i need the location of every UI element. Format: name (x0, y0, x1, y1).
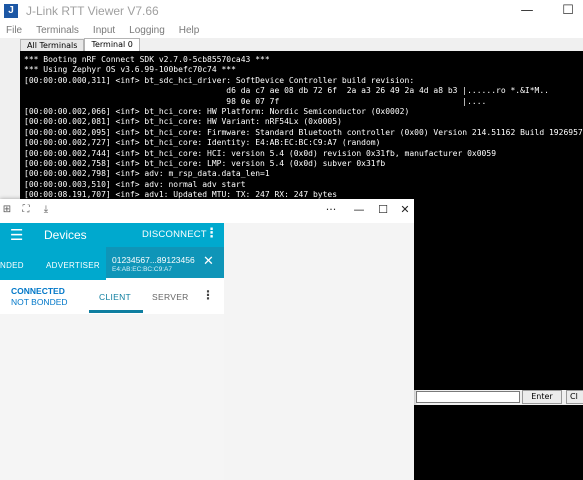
terminal-line: [00:00:00.002,066] <inf> bt_hci_core: HW… (24, 107, 410, 117)
desktop: J J-Link RTT Viewer V7.66 — ☐ File Termi… (0, 0, 583, 480)
client-tab-indicator (89, 310, 143, 313)
hamburger-menu-icon[interactable]: ☰ (10, 226, 23, 244)
app-header: ☰ Devices DISCONNECT ⋮ (0, 223, 224, 247)
tab-client[interactable]: CLIENT (99, 292, 131, 302)
enter-button[interactable]: Enter (522, 390, 562, 404)
rtt-menubar: File Terminals Input Logging Help (0, 22, 583, 38)
connection-bar: CONNECTED NOT BONDED CLIENT SERVER ⋮ (0, 280, 224, 314)
terminal-line: [00:00:00.002,095] <inf> bt_hci_core: Fi… (24, 127, 583, 137)
empty-panel (224, 223, 414, 480)
terminal-line: [00:00:00.003,510] <inf> adv: normal adv… (24, 179, 246, 189)
rtt-titlebar[interactable]: J J-Link RTT Viewer V7.66 — ☐ (0, 0, 583, 22)
terminal-line: *** Booting nRF Connect SDK v2.7.0-5cb85… (24, 55, 270, 64)
tab-terminal-0[interactable]: Terminal 0 (84, 38, 140, 51)
menu-terminals[interactable]: Terminals (36, 25, 79, 36)
close-device-tab-icon[interactable]: ✕ (203, 254, 214, 270)
minimize-icon[interactable]: — (512, 0, 542, 22)
device-icon[interactable]: ⊞ (0, 202, 14, 218)
terminal-line: [00:00:00.002,744] <inf> bt_hci_core: HC… (24, 148, 497, 158)
terminal-line: [00:00:00.002,081] <inf> bt_hci_core: HW… (24, 117, 342, 127)
more-options-icon[interactable]: ··· (321, 201, 341, 219)
rtt-window-title: J-Link RTT Viewer V7.66 (26, 4, 159, 18)
terminal-input-field[interactable] (416, 391, 520, 403)
focus-icon[interactable]: ⛶ (19, 202, 33, 218)
connection-more-icon[interactable]: ⋮ (202, 288, 214, 302)
terminal-line: 98 0e 07 7f |.... (24, 96, 487, 106)
maximize-icon[interactable]: ☐ (553, 0, 583, 22)
menu-file[interactable]: File (6, 25, 22, 36)
minimize-icon[interactable]: — (349, 201, 369, 219)
terminal-line: *** Using Zephyr OS v3.6.99-100befc70c74… (24, 65, 236, 75)
tab-bonded[interactable]: NDED (0, 261, 24, 270)
services-list (0, 314, 224, 480)
terminal-line: [00:00:00.000,311] <inf> bt_sdc_hci_driv… (24, 75, 415, 85)
nrf-connect-window: ⊞ ⛶ ⤓ ··· — ☐ ✕ ☰ Devices DISCONNECT ⋮ N… (0, 199, 414, 480)
bond-status: NOT BONDED (11, 297, 68, 307)
terminal-line: [00:00:00.002,798] <inf> adv: m_rsp_data… (24, 169, 270, 179)
terminal-line: d6 da c7 ae 08 db 72 6f 2a a3 26 49 2a 4… (24, 86, 549, 96)
disconnect-button[interactable]: DISCONNECT (142, 229, 207, 240)
menu-input[interactable]: Input (93, 25, 115, 36)
tab-server[interactable]: SERVER (152, 292, 189, 302)
tab-all-terminals[interactable]: All Terminals (20, 39, 85, 51)
terminal-line: [00:00:00.002,727] <inf> bt_hci_core: Id… (24, 138, 381, 148)
page-title: Devices (44, 228, 87, 242)
menu-logging[interactable]: Logging (129, 25, 165, 36)
connection-status: CONNECTED (11, 286, 65, 296)
nrf-titlebar[interactable]: ⊞ ⛶ ⤓ ··· — ☐ ✕ (0, 199, 414, 223)
device-name: 01234567...89123456 (112, 255, 195, 265)
jlink-app-icon: J (4, 4, 18, 18)
log-output-panel[interactable] (414, 405, 583, 480)
input-row: Enter Cl (414, 390, 583, 404)
terminal-line: [00:00:00.002,758] <inf> bt_hci_core: LM… (24, 159, 386, 169)
tab-connected-device[interactable]: 01234567...89123456 E4:AB:EC:BC:C9:A7 ✕ (106, 247, 224, 280)
header-more-icon[interactable]: ⋮ (205, 226, 218, 242)
terminal-text: *** Booting nRF Connect SDK v2.7.0-5cb85… (24, 55, 583, 211)
download-icon[interactable]: ⤓ (39, 202, 53, 218)
menu-help[interactable]: Help (179, 25, 200, 36)
maximize-icon[interactable]: ☐ (373, 201, 393, 219)
clear-button[interactable]: Cl (566, 390, 583, 404)
close-icon[interactable]: ✕ (395, 201, 415, 219)
device-tabs: NDED ADVERTISER 01234567...89123456 E4:A… (0, 247, 224, 280)
tab-advertiser[interactable]: ADVERTISER (46, 261, 100, 270)
device-address: E4:AB:EC:BC:C9:A7 (112, 266, 172, 273)
terminal-tabs: All Terminals Terminal 0 (20, 38, 583, 51)
